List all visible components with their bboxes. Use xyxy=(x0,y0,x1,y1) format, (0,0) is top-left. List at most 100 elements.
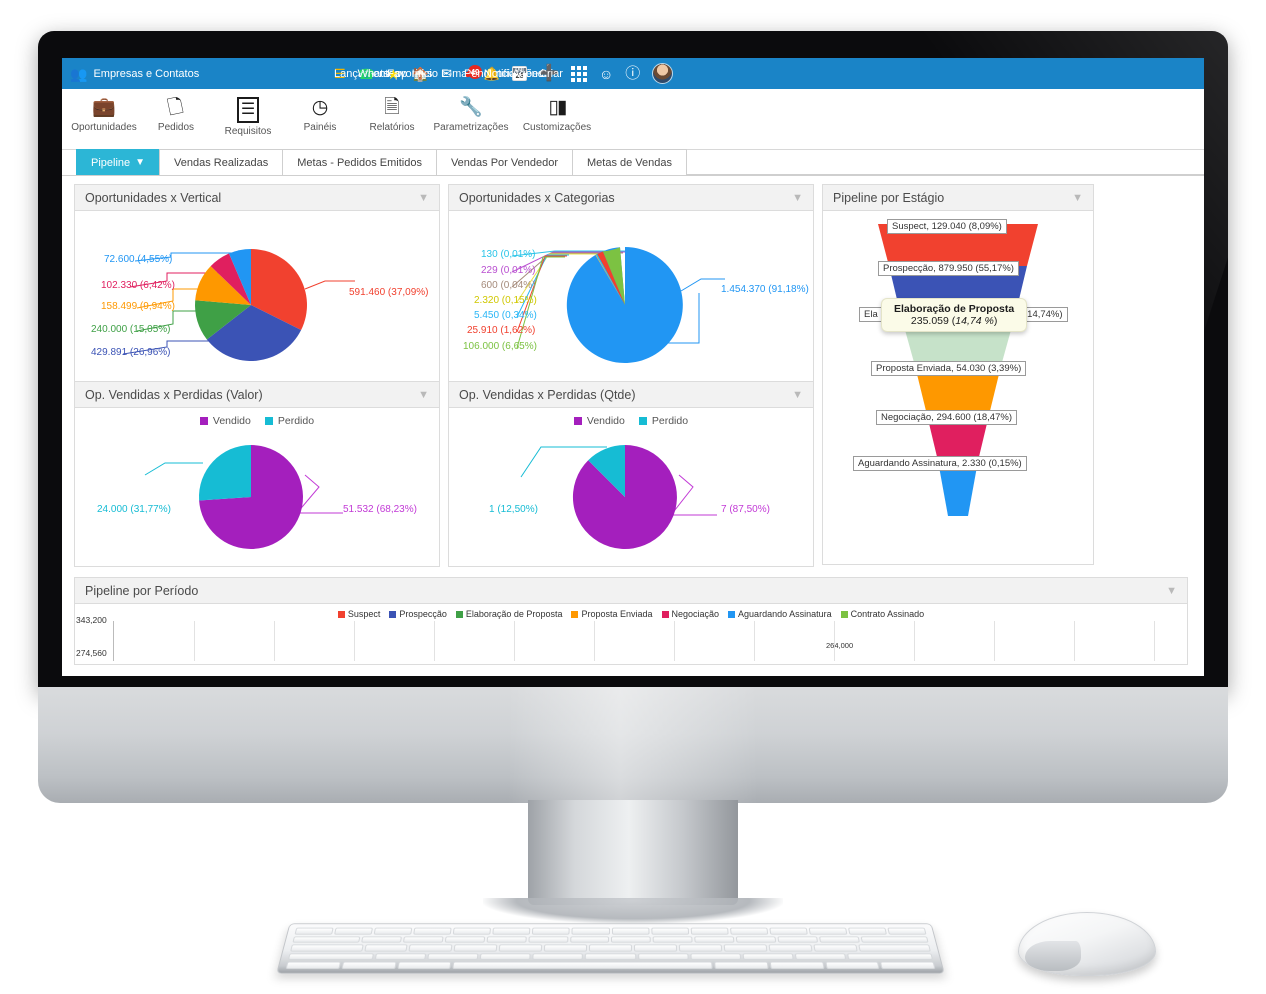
keyboard-row xyxy=(287,953,934,961)
module-paineis-label: Painéis xyxy=(303,122,337,133)
module-relatorios[interactable]: 🗎 Relatórios xyxy=(356,95,428,133)
filter-icon[interactable]: ▼ xyxy=(792,389,803,401)
gridline xyxy=(674,621,675,661)
question-circle-icon: ⓘ xyxy=(625,65,641,82)
nav-favoritos[interactable]: ★ Favoritos xyxy=(383,67,432,81)
funnel-label-aguardando-assinatura: Aguardando Assinatura, 2.330 (0,15%) xyxy=(853,456,1027,471)
tab-vendas-realizadas-label: Vendas Realizadas xyxy=(174,156,269,169)
funnel-tooltip-value: 235.059 xyxy=(910,315,949,327)
gridline xyxy=(1074,621,1075,661)
avatar xyxy=(652,63,674,84)
tab-metas-pedidos-emitidos[interactable]: Metas - Pedidos Emitidos xyxy=(282,149,437,175)
panel-header: Oportunidades x Vertical ▼ xyxy=(75,185,439,211)
nav-agenda[interactable]: Qui 26 Agenda xyxy=(508,66,550,81)
legend-label-perdido: Perdido xyxy=(651,415,689,427)
pie-label-5450: 5.450 (0,34%) xyxy=(474,310,537,321)
brand-area[interactable]: 👥 Empresas e Contatos xyxy=(62,67,330,81)
keyboard-row xyxy=(290,944,931,952)
legend-item-vendido: Vendido xyxy=(199,415,251,427)
filter-icon[interactable]: ▼ xyxy=(792,192,803,204)
filter-icon[interactable]: ▼ xyxy=(1072,192,1083,204)
nav-inicio-label: Início xyxy=(411,67,438,80)
module-pedidos[interactable]: 🗋 Pedidos xyxy=(140,95,212,133)
module-toolbar: 💼 Oportunidades 🗋 Pedidos ☰ Requisitos ◷… xyxy=(62,89,1204,150)
legend-swatch-vendido xyxy=(199,417,208,425)
funnel-tooltip-title: Elaboração de Proposta xyxy=(894,303,1015,315)
gridline xyxy=(1154,621,1155,661)
legend-swatch-contrato-assinado xyxy=(840,611,848,618)
module-parametrizacoes[interactable]: 🔧 Parametrizações xyxy=(428,95,514,133)
pie-label-591460: 591.460 (37,09%) xyxy=(349,287,429,298)
legend-swatch-perdido xyxy=(638,417,647,425)
dashboard-body: Oportunidades x Vertical ▼ 72.600 (4,55%… xyxy=(62,176,1204,665)
module-parametrizacoes-label: Parametrizações xyxy=(433,122,509,133)
panel-op-vendidas-x-perdidas-valor: Op. Vendidas x Perdidas (Valor) ▼ Vendid… xyxy=(74,381,440,567)
legend-swatch-negociacao xyxy=(661,611,669,618)
gridline xyxy=(834,621,835,661)
filter-icon[interactable]: ▼ xyxy=(418,389,429,401)
nav-whatsapp[interactable]: ☎ Whatsapp xyxy=(354,67,408,81)
nav-lancamentos[interactable]: ☰ Lançamentos xyxy=(330,67,400,80)
tab-metas-de-vendas[interactable]: Metas de Vendas xyxy=(571,149,687,175)
keyboard-row xyxy=(292,936,929,943)
funnel-tooltip: Elaboração de Proposta 235.059 (14,74 %) xyxy=(881,298,1028,332)
keyboard-row xyxy=(294,927,927,935)
top-nav-items: ☰ Lançamentos ☎ Whatsapp ★ Favoritos 🏠 I… xyxy=(330,63,681,84)
mouse[interactable] xyxy=(1018,912,1156,976)
module-requisitos-label: Requisitos xyxy=(224,126,272,137)
funnel-tooltip-percent: 14,74 % xyxy=(955,315,994,327)
tab-metas-pedidos-emitidos-label: Metas - Pedidos Emitidos xyxy=(297,156,422,169)
pie-label-229: 229 (0,01%) xyxy=(481,265,536,276)
tab-vendas-por-vendedor[interactable]: Vendas Por Vendedor xyxy=(435,149,573,175)
user-broadcast-icon: ☺ xyxy=(598,65,614,82)
imac-scene: 👥 Empresas e Contatos ☰ Lançamentos ☎ Wh… xyxy=(0,0,1266,994)
nav-criar[interactable]: ➕ Criar xyxy=(535,65,563,82)
tab-vendas-realizadas[interactable]: Vendas Realizadas xyxy=(159,149,284,175)
panel-title: Oportunidades x Vertical xyxy=(85,190,222,205)
legend-label-perdido: Perdido xyxy=(277,415,315,427)
module-requisitos[interactable]: ☰ Requisitos xyxy=(212,95,284,137)
filter-icon[interactable]: ▼ xyxy=(418,192,429,204)
apps-grid-button[interactable] xyxy=(567,65,591,82)
broadcast-button[interactable]: ☺ xyxy=(595,67,617,81)
panel-pipeline-por-periodo: Pipeline por Período ▼ Suspect Prospecçã… xyxy=(74,577,1188,665)
funnel-icon: ▼ xyxy=(135,157,146,168)
legend-label-aguardando: Aguardando Assinatura xyxy=(738,609,832,619)
module-relatorios-label: Relatórios xyxy=(369,122,415,133)
panel-pipeline-por-estagio: Pipeline por Estágio ▼ Suspect, 129.040 … xyxy=(822,184,1094,565)
module-paineis[interactable]: ◷ Painéis xyxy=(284,95,356,133)
chart-op-vendidas-x-perdidas-valor: Vendido Perdido 24.000 (31,77%) 51.532 (… xyxy=(75,408,439,566)
tabs-spacer xyxy=(686,174,1204,175)
chart-oportunidades-x-categorias: 130 (0,01%) 229 (0,01%) 600 (0,04%) 2.32… xyxy=(449,211,813,369)
monitor-bezel: 👥 Empresas e Contatos ☰ Lançamentos ☎ Wh… xyxy=(38,31,1228,691)
apps-grid-icon xyxy=(570,65,587,82)
legend-label-contrato-assinado: Contrato Assinado xyxy=(850,609,925,619)
nav-emails[interactable]: ✉ E-mails xyxy=(437,67,478,80)
tab-pipeline[interactable]: Pipeline ▼ xyxy=(76,149,161,175)
panel-title: Pipeline por Período xyxy=(85,583,199,598)
nav-notificacoes[interactable]: 🔔 Notificações xyxy=(480,67,544,80)
legend-item-prospeccao: Prospecção xyxy=(389,609,447,619)
module-customizacoes[interactable]: ▯▮ Customizações xyxy=(514,95,600,133)
module-oportunidades[interactable]: 💼 Oportunidades xyxy=(68,95,140,133)
tab-pipeline-label: Pipeline xyxy=(91,156,131,169)
help-button[interactable]: ⓘ xyxy=(621,66,644,81)
briefcase-icon: 💼 xyxy=(92,97,116,118)
legend-swatch-prospeccao xyxy=(389,611,397,618)
bar-value-264000: 264,000 xyxy=(826,641,854,650)
legend-item-negociacao: Negociação xyxy=(661,609,719,619)
gridline xyxy=(754,621,755,661)
pipeline-periodo-plot: 343,200 274,560 264,000 xyxy=(76,615,1187,661)
keyboard[interactable] xyxy=(276,923,945,974)
user-avatar-button[interactable] xyxy=(648,63,681,84)
gridline xyxy=(354,621,355,661)
people-icon: 👥 xyxy=(70,65,88,82)
filter-icon[interactable]: ▼ xyxy=(1166,585,1177,597)
nav-inicio[interactable]: 🏠 Início xyxy=(408,67,438,81)
monitor-chin xyxy=(38,687,1228,803)
pie-label-429891: 429.891 (26,96%) xyxy=(91,347,171,358)
module-customizacoes-label: Customizações xyxy=(522,122,592,133)
legend-swatch-elaboracao xyxy=(455,611,463,618)
nav-pendencias[interactable]: ● 49 Pendências xyxy=(460,65,522,80)
legend-pipeline-por-periodo: Suspect Prospecção Elaboração de Propost… xyxy=(75,604,1187,621)
